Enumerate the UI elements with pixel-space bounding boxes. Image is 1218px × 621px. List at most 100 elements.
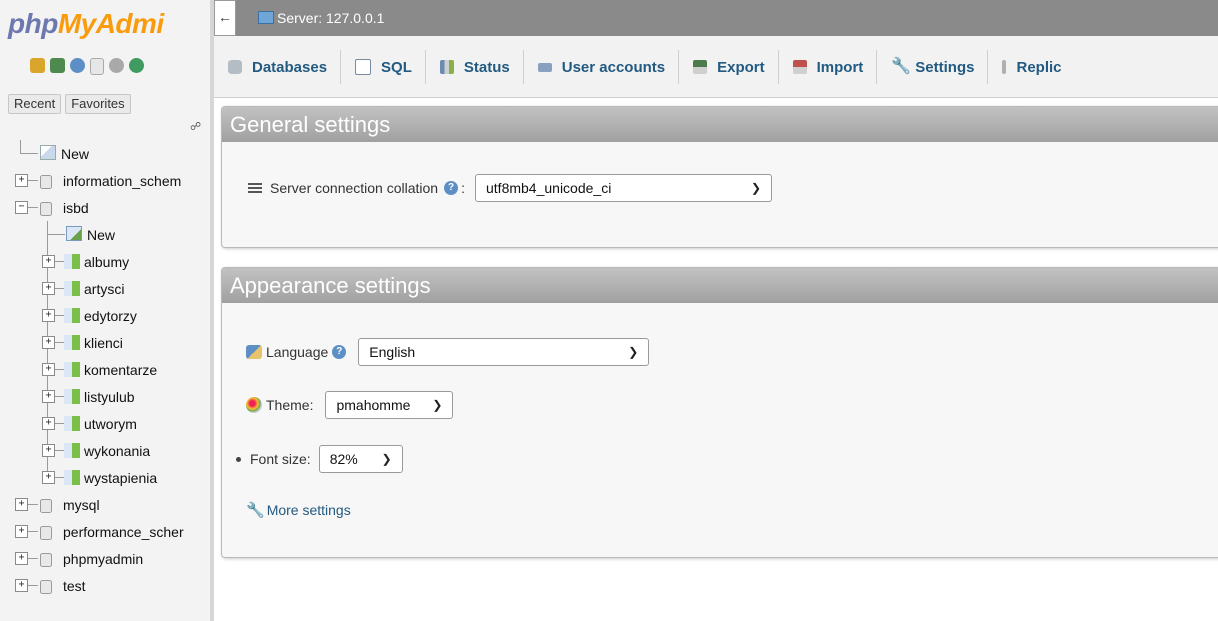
collapse-icon[interactable]: − xyxy=(15,201,28,214)
tree-item-table[interactable]: + artysci xyxy=(0,275,210,302)
tree-item-database[interactable]: + test xyxy=(0,572,210,599)
nav-tabs: Recent Favorites xyxy=(8,94,131,114)
sql-icon xyxy=(355,59,372,75)
expand-icon[interactable]: + xyxy=(42,363,55,376)
expand-icon[interactable]: + xyxy=(15,525,28,538)
expand-icon[interactable]: + xyxy=(15,498,28,511)
table-icon xyxy=(64,443,80,458)
wrench-icon: 🔧 xyxy=(891,58,912,75)
general-settings-panel: General settings Server connection colla… xyxy=(221,106,1218,248)
help-icon[interactable]: ? xyxy=(332,345,347,359)
database-icon xyxy=(40,580,52,594)
tab-export[interactable]: Export xyxy=(679,50,779,84)
theme-select[interactable]: pmahomme ❯ xyxy=(325,391,454,419)
gear-icon[interactable] xyxy=(109,58,124,73)
database-icon xyxy=(40,499,52,513)
new-database-icon xyxy=(40,145,56,160)
table-icon xyxy=(64,389,80,404)
chevron-down-icon: ❯ xyxy=(628,345,639,359)
tab-import[interactable]: Import xyxy=(779,50,878,84)
table-icon xyxy=(64,308,80,323)
server-icon xyxy=(258,11,274,24)
expand-icon[interactable]: + xyxy=(15,174,28,187)
expand-icon[interactable]: + xyxy=(42,417,55,430)
tree-item-table[interactable]: + edytorzy xyxy=(0,302,210,329)
tree-item-table[interactable]: + listyulub xyxy=(0,383,210,410)
collapse-navigation-button[interactable]: ← xyxy=(214,0,236,36)
database-icon xyxy=(40,553,52,567)
tab-sql[interactable]: SQL xyxy=(341,50,426,84)
appearance-settings-title: Appearance settings xyxy=(222,268,1218,303)
tree-item-database[interactable]: + performance_scher xyxy=(0,518,210,545)
nav-icon-bar xyxy=(30,58,144,75)
expand-icon[interactable]: + xyxy=(42,444,55,457)
tree-item-database[interactable]: + phpmyadmin xyxy=(0,545,210,572)
font-size-select[interactable]: 82% ❯ xyxy=(318,445,403,473)
documentation-icon[interactable] xyxy=(90,58,104,75)
collation-icon xyxy=(248,183,262,193)
tree-item-table[interactable]: + albumy xyxy=(0,248,210,275)
breadcrumb-server[interactable]: Server: 127.0.0.1 xyxy=(258,10,384,26)
user-accounts-icon xyxy=(537,62,552,72)
database-icon xyxy=(40,202,52,216)
tree-item-table[interactable]: + wystapienia xyxy=(0,464,210,491)
wrench-icon: 🔧 xyxy=(246,502,265,519)
tab-user-accounts[interactable]: User accounts xyxy=(524,50,680,84)
chevron-down-icon: ❯ xyxy=(750,181,761,195)
tree-item-table[interactable]: + komentarze xyxy=(0,356,210,383)
expand-icon[interactable]: + xyxy=(42,282,55,295)
expand-icon[interactable]: + xyxy=(42,255,55,268)
table-icon xyxy=(64,281,80,296)
link-with-main-panel-icon[interactable]: ☍ xyxy=(190,120,201,133)
tree-item-database[interactable]: + information_schem xyxy=(0,167,210,194)
phpmyadmin-logo[interactable]: phpMyAdmi xyxy=(8,8,164,40)
table-icon xyxy=(64,470,80,485)
tab-databases[interactable]: Databases xyxy=(214,50,342,84)
theme-row: Theme: pmahomme ❯ xyxy=(246,391,454,419)
font-size-row: Font size: 82% ❯ xyxy=(222,445,403,473)
table-icon xyxy=(64,254,80,269)
database-icon xyxy=(40,526,52,540)
logout-icon[interactable] xyxy=(50,58,65,73)
bullet-icon xyxy=(236,456,241,462)
help-icon[interactable] xyxy=(70,58,85,73)
database-tree: New + information_schem − isbd New + alb… xyxy=(0,140,210,599)
tab-status[interactable]: Status xyxy=(426,50,524,84)
tree-item-new-table[interactable]: New xyxy=(0,221,210,248)
expand-icon[interactable]: + xyxy=(42,390,55,403)
navigation-panel: phpMyAdmi Recent Favorites ☍ New + infor… xyxy=(0,0,211,621)
home-icon[interactable] xyxy=(30,58,45,73)
new-table-icon xyxy=(66,226,82,241)
expand-icon[interactable]: + xyxy=(15,552,28,565)
tree-item-table[interactable]: + klienci xyxy=(0,329,210,356)
collation-row: Server connection collation ? : utf8mb4_… xyxy=(248,174,772,202)
help-icon[interactable]: ? xyxy=(444,181,459,195)
table-icon xyxy=(64,335,80,350)
chevron-down-icon: ❯ xyxy=(432,398,443,412)
more-settings-row: 🔧 More settings xyxy=(246,501,351,519)
expand-icon[interactable]: + xyxy=(42,336,55,349)
collation-select[interactable]: utf8mb4_unicode_ci ❯ xyxy=(475,174,772,202)
tab-replication[interactable]: Replic xyxy=(988,50,1074,84)
recent-tab[interactable]: Recent xyxy=(8,94,62,114)
expand-icon[interactable]: + xyxy=(42,309,55,322)
tree-item-new[interactable]: New xyxy=(0,140,210,167)
database-icon xyxy=(228,60,242,74)
more-settings-link[interactable]: More settings xyxy=(267,502,351,518)
top-bar: ← Server: 127.0.0.1 xyxy=(214,0,1218,36)
theme-icon xyxy=(246,397,262,413)
table-icon xyxy=(64,416,80,431)
tree-item-database[interactable]: + mysql xyxy=(0,491,210,518)
language-icon xyxy=(246,345,262,359)
expand-icon[interactable]: + xyxy=(42,471,55,484)
tab-settings[interactable]: 🔧 Settings xyxy=(877,50,989,84)
tree-item-database[interactable]: − isbd xyxy=(0,194,210,221)
tree-item-table[interactable]: + utworym xyxy=(0,410,210,437)
reload-icon[interactable] xyxy=(129,58,144,73)
favorites-tab[interactable]: Favorites xyxy=(65,94,131,114)
language-select[interactable]: English ❯ xyxy=(358,338,650,366)
expand-icon[interactable]: + xyxy=(15,579,28,592)
tree-item-table[interactable]: + wykonania xyxy=(0,437,210,464)
status-icon xyxy=(439,60,454,74)
appearance-settings-panel: Appearance settings Language ? English ❯ … xyxy=(221,267,1218,558)
